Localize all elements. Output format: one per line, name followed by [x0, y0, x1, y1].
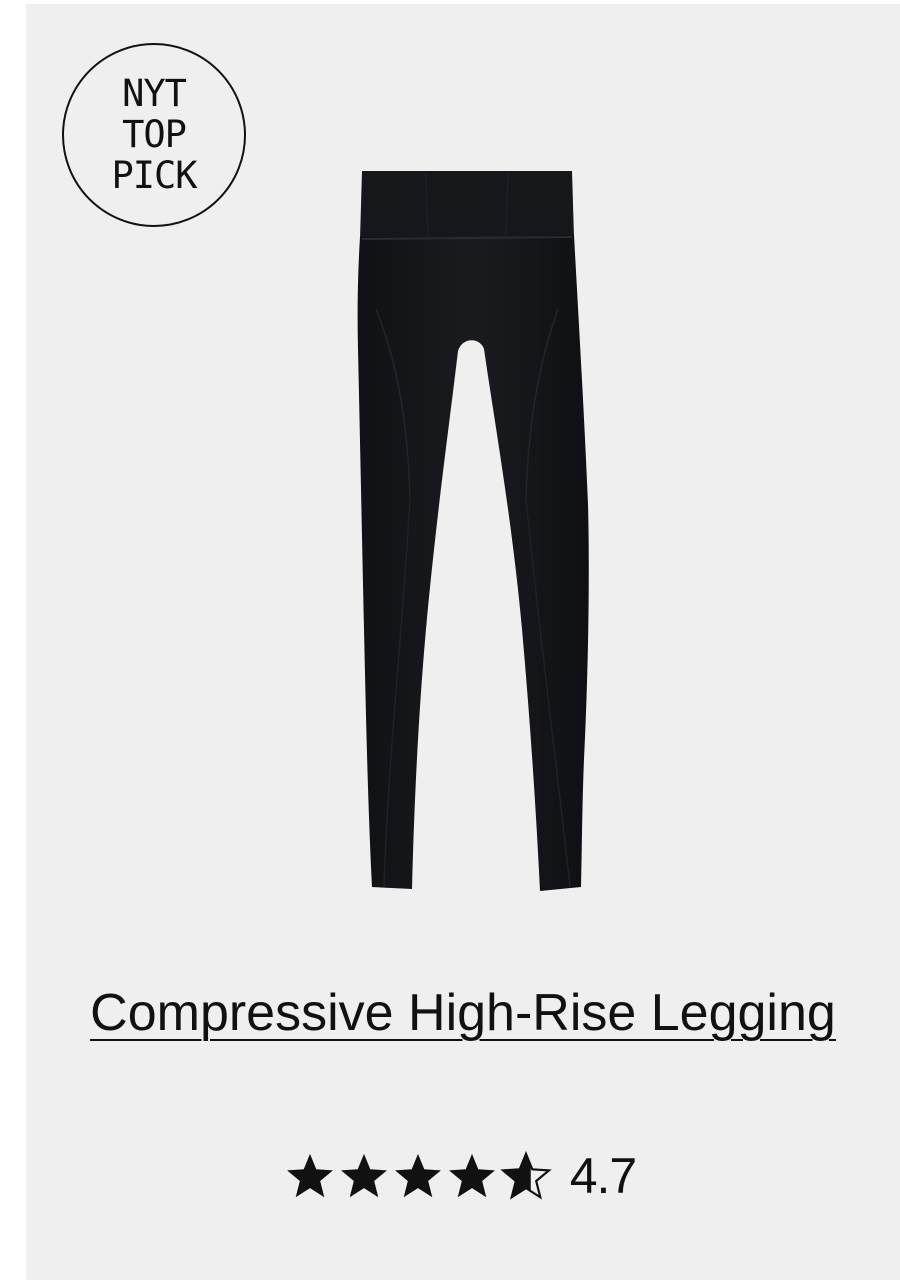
rating-value: 4.7	[569, 1148, 638, 1204]
badge-line-3: PICK	[111, 153, 197, 197]
star-full-icon	[340, 1153, 387, 1198]
star-partial-icon	[499, 1151, 552, 1200]
badge-line-1: NYT	[122, 71, 187, 115]
product-image[interactable]	[326, 159, 596, 899]
star-full-icon	[394, 1153, 441, 1198]
product-rating: 4.7	[26, 1146, 900, 1206]
star-full-icon	[448, 1153, 495, 1198]
badge-line-2: TOP	[122, 112, 187, 156]
nyt-top-pick-badge: NYT TOP PICK	[62, 43, 246, 227]
product-title[interactable]: Compressive High-Rise Legging	[90, 984, 836, 1042]
star-rating	[284, 1150, 552, 1202]
star-full-icon	[286, 1153, 333, 1198]
product-title-link[interactable]: Compressive High-Rise Legging	[26, 970, 900, 1056]
product-card[interactable]: NYT TOP PICK Compressive High-Rise Leggi…	[26, 4, 900, 1280]
leggings-image	[357, 171, 589, 891]
